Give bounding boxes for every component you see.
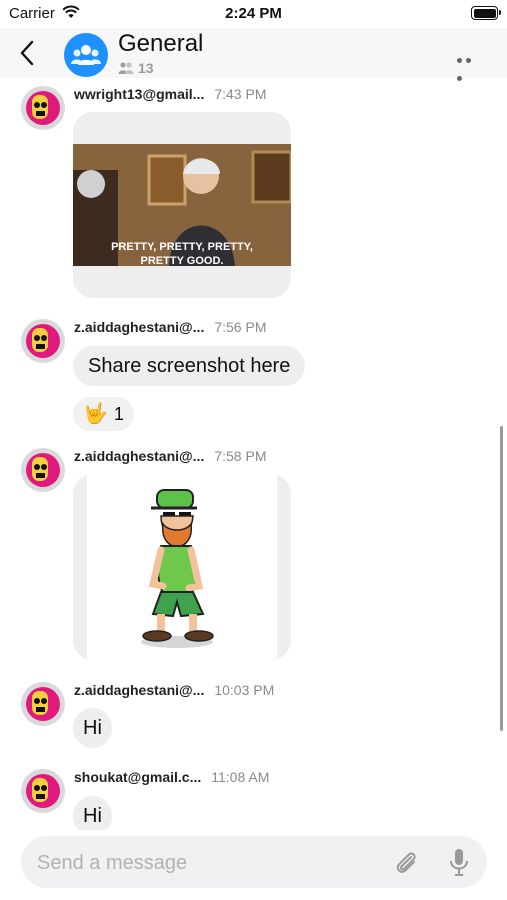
reaction-count: 1 bbox=[113, 404, 124, 424]
attach-button[interactable] bbox=[391, 848, 419, 881]
channel-avatar[interactable] bbox=[64, 33, 108, 77]
paperclip-icon bbox=[396, 852, 416, 873]
scrollbar[interactable] bbox=[500, 426, 503, 731]
skull-avatar-icon bbox=[26, 324, 60, 358]
members-icon bbox=[118, 62, 134, 74]
rock-on-hand-icon: 🤟 bbox=[83, 403, 108, 425]
avatar[interactable] bbox=[21, 448, 65, 492]
clock: 2:24 PM bbox=[225, 5, 282, 22]
battery-icon bbox=[471, 6, 501, 20]
timestamp: 7:43 PM bbox=[214, 86, 267, 102]
dots-icon bbox=[457, 58, 462, 63]
skull-avatar-icon bbox=[26, 453, 60, 487]
gif-image: PRETTY, PRETTY, PRETTY, PRETTY GOOD. bbox=[73, 112, 291, 298]
gif-attachment[interactable]: PRETTY, PRETTY, PRETTY, PRETTY GOOD. bbox=[73, 112, 291, 298]
reaction-chip[interactable]: 🤟 1 bbox=[73, 397, 134, 431]
sticker-attachment[interactable] bbox=[73, 474, 291, 660]
timestamp: 10:03 PM bbox=[214, 682, 275, 698]
message-bubble[interactable]: Hi bbox=[73, 796, 112, 830]
username[interactable]: z.aiddaghestani@... bbox=[74, 319, 204, 335]
message-composer bbox=[21, 836, 487, 888]
avatar[interactable] bbox=[21, 86, 65, 130]
channel-title[interactable]: General bbox=[118, 30, 203, 58]
avatar[interactable] bbox=[21, 769, 65, 813]
member-count-label: 13 bbox=[138, 60, 154, 76]
message-list[interactable]: wwright13@gmail... 7:43 PM PRETTY, PRETTY… bbox=[0, 78, 507, 830]
message-input[interactable] bbox=[35, 845, 379, 881]
voice-record-button[interactable] bbox=[449, 847, 469, 882]
username[interactable]: shoukat@gmail.c... bbox=[74, 769, 201, 785]
group-icon bbox=[71, 45, 101, 65]
timestamp: 7:58 PM bbox=[214, 448, 267, 464]
avatar[interactable] bbox=[21, 319, 65, 363]
username[interactable]: z.aiddaghestani@... bbox=[74, 682, 204, 698]
microphone-icon bbox=[450, 849, 468, 876]
timestamp: 11:08 AM bbox=[211, 769, 270, 785]
dancing-leprechaun-sticker bbox=[73, 474, 291, 660]
more-options-button[interactable] bbox=[457, 50, 483, 81]
skull-avatar-icon bbox=[26, 91, 60, 125]
chevron-left-icon bbox=[20, 40, 34, 66]
member-count[interactable]: 13 bbox=[118, 60, 154, 76]
status-bar: Carrier 2:24 PM bbox=[0, 0, 507, 28]
message-bubble[interactable]: Share screenshot here bbox=[73, 346, 306, 386]
message-bubble[interactable]: Hi bbox=[73, 708, 112, 748]
username[interactable]: wwright13@gmail... bbox=[74, 86, 204, 102]
timestamp: 7:56 PM bbox=[214, 319, 267, 335]
avatar[interactable] bbox=[21, 682, 65, 726]
gif-caption-line-2: PRETTY GOOD. bbox=[141, 255, 224, 267]
back-button[interactable] bbox=[14, 36, 42, 70]
gif-caption-line-1: PRETTY, PRETTY, PRETTY, bbox=[111, 241, 253, 253]
channel-header: General 13 bbox=[0, 28, 507, 81]
skull-avatar-icon bbox=[26, 774, 60, 808]
skull-avatar-icon bbox=[26, 687, 60, 721]
username[interactable]: z.aiddaghestani@... bbox=[74, 448, 204, 464]
